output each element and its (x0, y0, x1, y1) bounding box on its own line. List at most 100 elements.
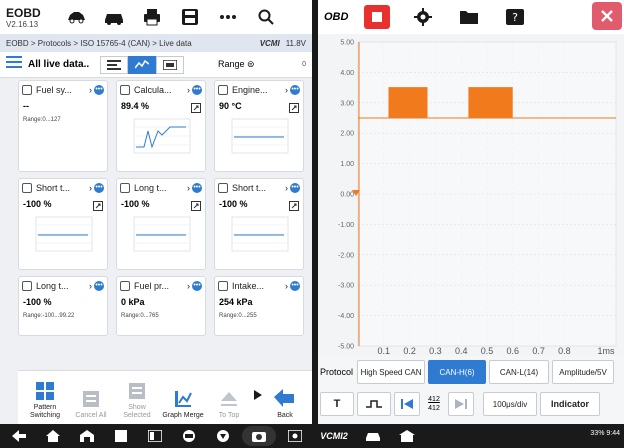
gauge-view-button[interactable] (156, 55, 184, 74)
more-options-icon[interactable]: ••• (192, 183, 202, 193)
breadcrumb[interactable]: EOBD > Protocols > ISO 15765-4 (CAN) > L… (6, 39, 192, 48)
trigger-t-button[interactable]: T (320, 392, 354, 416)
can-l-button[interactable]: CAN-L(14) (489, 360, 550, 384)
close-button[interactable] (592, 2, 622, 30)
live-data-card[interactable]: Short t... › ••• -100 % (214, 178, 304, 270)
more-options-icon[interactable]: ••• (94, 183, 104, 193)
search-icon[interactable] (250, 4, 282, 30)
stop-button[interactable] (364, 5, 390, 29)
card-checkbox[interactable] (120, 183, 130, 193)
more-options-icon[interactable]: ••• (94, 85, 104, 95)
back-button[interactable]: Back (262, 388, 308, 420)
browser-icon[interactable] (174, 426, 204, 446)
car-nav-icon[interactable] (358, 426, 388, 446)
camera-icon[interactable] (242, 426, 276, 446)
card-header: Fuel pr... › ••• (117, 277, 205, 295)
back-nav-icon[interactable] (4, 426, 34, 446)
more-options-icon[interactable]: ••• (192, 85, 202, 95)
card-value: -100 % (219, 199, 248, 209)
expand-icon[interactable] (289, 101, 299, 113)
prev-page-button[interactable] (394, 392, 420, 416)
live-data-card[interactable]: Long t... › ••• -100 % Range:-100...99.22 (18, 276, 108, 336)
card-value-row: -100 % (117, 197, 205, 213)
gear-icon[interactable] (410, 5, 436, 29)
expand-icon[interactable] (289, 199, 299, 211)
chevron-right-icon[interactable]: › (285, 183, 288, 193)
chevron-right-icon[interactable]: › (187, 183, 190, 193)
more-options-icon[interactable]: ••• (192, 281, 202, 291)
more-options-icon[interactable]: ••• (290, 85, 300, 95)
waveform-chart[interactable]: 5.00 4.00 3.00 2.00 1.00 0.00 -1.00 -2.00 -3.00 -… (318, 34, 624, 356)
svg-text:?: ? (512, 11, 518, 24)
to-top-button[interactable]: To Top (206, 388, 252, 420)
graph-merge-button[interactable]: Graph Merge (160, 388, 206, 420)
menu-icon[interactable] (6, 55, 22, 74)
more-icon[interactable] (212, 4, 244, 30)
save-icon[interactable] (174, 4, 206, 30)
y-tick-label: -5.00 (338, 344, 354, 351)
expand-icon[interactable] (191, 101, 201, 113)
garage-car-icon[interactable] (392, 426, 422, 446)
chevron-right-icon[interactable]: › (285, 85, 288, 95)
more-options-icon[interactable]: ••• (290, 281, 300, 291)
folder-icon[interactable] (456, 5, 482, 29)
live-data-card[interactable]: Fuel pr... › ••• 0 kPa Range:0...765 (116, 276, 206, 336)
next-page-button[interactable] (448, 392, 474, 416)
vehicle-icon[interactable] (98, 4, 130, 30)
chevron-right-icon[interactable]: › (89, 183, 92, 193)
live-data-card[interactable]: Fuel sy... › ••• -- Range:0...127 (18, 80, 108, 172)
protocol-select[interactable]: High Speed CAN (357, 360, 426, 384)
live-data-toolbar: All live data.. Range ⊜ 0 (0, 52, 312, 78)
card-checkbox[interactable] (218, 281, 228, 291)
can-h-button[interactable]: CAN-H(6) (428, 360, 487, 384)
pattern-switching-button[interactable]: Pattern Switching (22, 380, 68, 420)
card-value: 89.4 % (121, 101, 150, 111)
chat-icon[interactable] (208, 426, 238, 446)
help-icon[interactable]: ? (502, 5, 528, 29)
cancel-all-button[interactable]: Cancel All (68, 388, 114, 420)
live-data-card[interactable]: Short t... › ••• -100 % (18, 178, 108, 270)
indicator-button[interactable]: Indicator (540, 392, 600, 416)
range-toggle[interactable]: Range ⊜ (218, 59, 255, 70)
more-options-icon[interactable]: ••• (290, 183, 300, 193)
card-checkbox[interactable] (218, 85, 228, 95)
screenshot-icon[interactable] (280, 426, 310, 446)
y-tick-label: 5.00 (340, 40, 354, 47)
card-checkbox[interactable] (218, 183, 228, 193)
amplitude-button[interactable]: Amplitude/5V (552, 360, 615, 384)
live-data-card[interactable]: Engine... › ••• 90 °C (214, 80, 304, 172)
expand-icon[interactable] (191, 199, 201, 211)
x-tick-label: 0.5 (481, 346, 494, 356)
chevron-right-icon[interactable]: › (187, 281, 190, 291)
card-checkbox[interactable] (120, 281, 130, 291)
print-icon[interactable] (136, 4, 168, 30)
card-checkbox[interactable] (120, 85, 130, 95)
chevron-right-icon[interactable]: › (187, 85, 190, 95)
chevron-right-icon[interactable]: › (285, 281, 288, 291)
system-status: 33% 9:44 (590, 430, 620, 437)
expand-icon[interactable] (93, 199, 103, 211)
vci-nav-label[interactable]: VCMI2 (314, 426, 354, 446)
garage-nav-icon[interactable] (72, 426, 102, 446)
split-screen-icon[interactable] (140, 426, 170, 446)
live-data-card[interactable]: Long t... › ••• -100 % (116, 178, 206, 270)
page-counter: 412 412 (423, 395, 445, 413)
more-options-icon[interactable]: ••• (94, 281, 104, 291)
scroll-right-icon[interactable] (254, 387, 262, 405)
live-data-card[interactable]: Calcula... › ••• 89.4 % (116, 80, 206, 172)
chevron-right-icon[interactable]: › (89, 281, 92, 291)
text-view-button[interactable] (100, 55, 128, 74)
card-checkbox[interactable] (22, 85, 32, 95)
timebase-button[interactable]: 100μs/div (483, 392, 537, 416)
show-selected-button[interactable]: Show Selected (114, 380, 160, 420)
home-nav-icon[interactable] (38, 426, 68, 446)
live-data-card[interactable]: Intake... › ••• 254 kPa Range:0...255 (214, 276, 304, 336)
graph-view-button[interactable] (128, 55, 156, 74)
recent-apps-icon[interactable] (106, 426, 136, 446)
chevron-right-icon[interactable]: › (89, 85, 92, 95)
card-checkbox[interactable] (22, 183, 32, 193)
card-header: Short t... › ••• (19, 179, 107, 197)
vehicle-home-icon[interactable] (60, 4, 92, 30)
trigger-edge-button[interactable] (357, 392, 391, 416)
card-checkbox[interactable] (22, 281, 32, 291)
